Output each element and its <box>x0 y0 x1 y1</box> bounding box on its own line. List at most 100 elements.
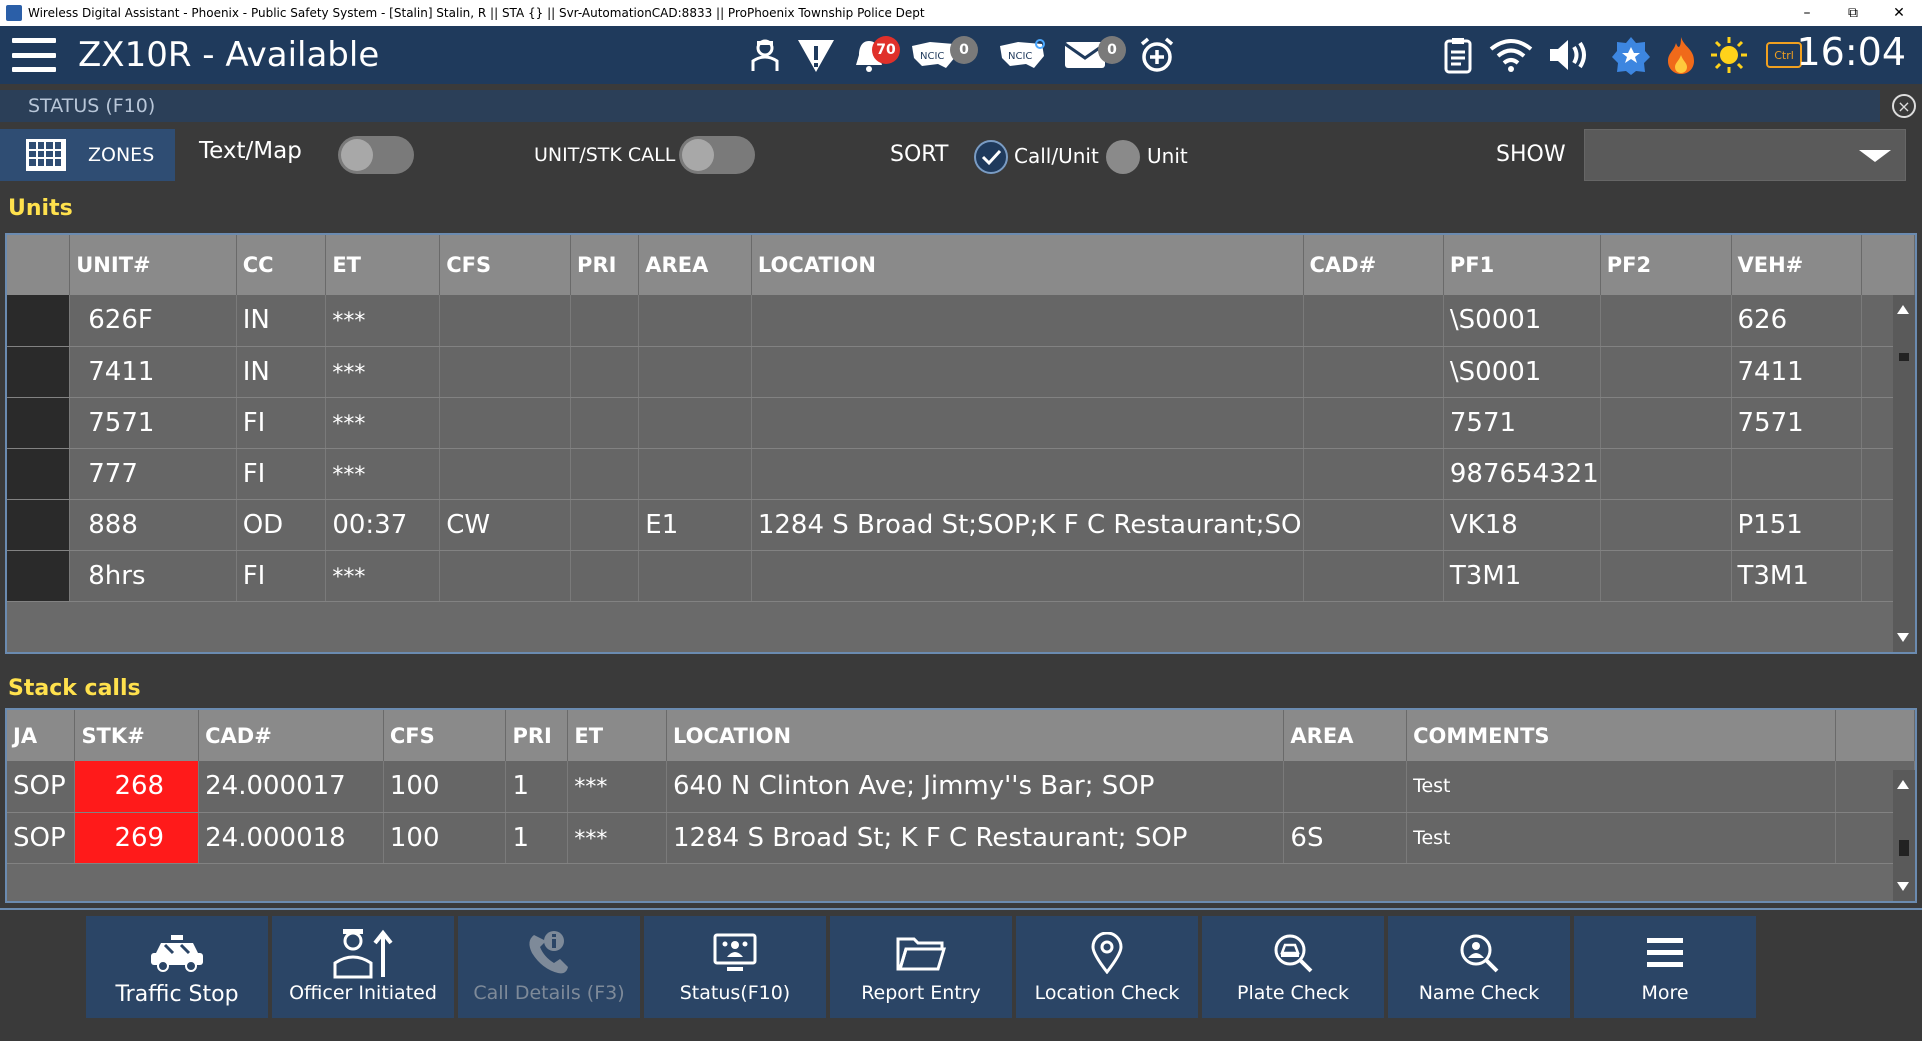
check-icon <box>981 149 1002 166</box>
units-scrollbar[interactable] <box>1893 295 1915 652</box>
mail-count-badge: 0 <box>1098 36 1126 64</box>
alarm-clock-icon[interactable] <box>1136 34 1178 76</box>
location-check-button[interactable]: Location Check <box>1016 916 1200 1018</box>
weather-sun-icon[interactable] <box>1708 34 1750 76</box>
stack-call-cell: 1284 S Broad St; K F C Restaurant; SOP <box>666 812 1285 864</box>
stack-col-header[interactable]: CFS <box>383 710 507 761</box>
minimize-button[interactable]: – <box>1784 0 1830 26</box>
tab-status-f10[interactable]: STATUS (F10) <box>0 90 1880 122</box>
show-dropdown[interactable] <box>1584 129 1906 181</box>
fire-icon[interactable] <box>1660 34 1702 76</box>
row-selector[interactable] <box>7 550 71 602</box>
stack-call-cell: 1 <box>505 761 569 813</box>
close-window-button[interactable]: ✕ <box>1876 0 1922 26</box>
police-badge-icon[interactable] <box>1610 34 1652 76</box>
unit-cell <box>439 550 572 602</box>
row-selector[interactable] <box>7 295 71 347</box>
units-col-header[interactable]: LOCATION <box>751 235 1304 295</box>
unit-row[interactable]: 777 FI *** 987654321 <box>7 448 1915 500</box>
traffic-stop-label: Traffic Stop <box>115 982 239 1007</box>
sort-call-unit-label[interactable]: Call/Unit <box>1014 144 1099 168</box>
unit-cell <box>751 295 1304 347</box>
units-col-header[interactable] <box>1861 235 1915 295</box>
unit-cell: IN <box>236 295 327 347</box>
stack-col-header[interactable]: LOCATION <box>666 710 1285 761</box>
unit-stk-call-toggle[interactable] <box>679 136 755 174</box>
unit-row[interactable]: 626F IN *** \S0001 626 <box>7 295 1915 347</box>
alert-shield-icon[interactable] <box>795 34 837 76</box>
row-selector[interactable] <box>7 397 71 449</box>
unit-row[interactable]: 7411 IN *** \S0001 7411 <box>7 346 1915 398</box>
stack-call-cell: Test <box>1406 761 1837 813</box>
row-selector[interactable] <box>7 499 71 551</box>
restore-button[interactable]: ⧉ <box>1830 0 1876 26</box>
stack-col-header[interactable]: CAD# <box>198 710 384 761</box>
ncic-map-2-icon[interactable]: NCIC <box>998 34 1048 76</box>
stack-calls-scrollbar[interactable] <box>1893 770 1915 901</box>
unit-cell: 7411 <box>69 346 237 398</box>
unit-cell: CW <box>439 499 572 551</box>
stack-col-header[interactable]: STK# <box>74 710 200 761</box>
stack-col-header[interactable]: AREA <box>1283 710 1408 761</box>
units-col-header[interactable]: ET <box>325 235 441 295</box>
close-tab-icon[interactable]: × <box>1892 94 1916 118</box>
unit-cell: FI <box>236 550 327 602</box>
row-selector[interactable] <box>7 346 71 398</box>
zones-button[interactable]: ZONES <box>0 129 175 181</box>
unit-cell <box>638 397 752 449</box>
units-col-header[interactable]: UNIT# <box>69 235 237 295</box>
stack-col-header[interactable] <box>1835 710 1915 761</box>
unit-cell: \S0001 <box>1443 295 1601 347</box>
units-col-header[interactable]: VEH# <box>1731 235 1862 295</box>
unit-cell <box>1600 448 1732 500</box>
unit-cell <box>638 448 752 500</box>
units-col-header[interactable]: PF2 <box>1600 235 1732 295</box>
units-col-header[interactable] <box>7 235 71 295</box>
stack-call-cell: 24.000017 <box>198 761 384 813</box>
stack-col-header[interactable]: JA <box>7 710 76 761</box>
main-menu-icon[interactable] <box>12 38 56 72</box>
clipboard-icon[interactable] <box>1437 34 1479 76</box>
units-col-header[interactable]: CFS <box>439 235 572 295</box>
unit-cell: 7571 <box>1731 397 1862 449</box>
units-col-header[interactable]: AREA <box>638 235 752 295</box>
name-check-button[interactable]: Name Check <box>1388 916 1572 1018</box>
sort-unit-radio[interactable] <box>1106 140 1140 174</box>
text-map-toggle[interactable] <box>338 136 414 174</box>
row-selector[interactable] <box>7 448 71 500</box>
unit-row[interactable]: 8hrs FI *** T3M1 T3M1 <box>7 550 1915 602</box>
unit-row[interactable]: 888 OD 00:37 CW E1 1284 S Broad St;SOP;K F C … <box>7 499 1915 551</box>
officer-initiated-button[interactable]: Officer Initiated <box>272 916 456 1018</box>
stack-col-header[interactable]: PRI <box>505 710 569 761</box>
officer-initiated-label: Officer Initiated <box>289 982 437 1004</box>
units-col-header[interactable]: CAD# <box>1303 235 1444 295</box>
unit-cell <box>751 397 1304 449</box>
plate-check-button[interactable]: Plate Check <box>1202 916 1386 1018</box>
stack-call-row[interactable]: SOP 268 24.000017 100 1 *** 640 N Clinton Ave;… <box>7 761 1915 813</box>
traffic-stop-button[interactable]: Traffic Stop <box>86 916 270 1018</box>
officer-icon[interactable] <box>744 34 786 76</box>
status-f10-button[interactable]: Status(F10) <box>644 916 828 1018</box>
sort-unit-label[interactable]: Unit <box>1147 144 1188 168</box>
stack-call-cell: 6S <box>1283 812 1408 864</box>
stack-col-header[interactable]: COMMENTS <box>1406 710 1837 761</box>
stack-call-cell: 640 N Clinton Ave; Jimmy''s Bar; SOP <box>666 761 1285 813</box>
units-col-header[interactable]: PRI <box>570 235 640 295</box>
zones-label: ZONES <box>88 144 155 166</box>
sort-call-unit-radio[interactable] <box>974 140 1008 174</box>
call-details-f3-button: Call Details (F3) <box>458 916 642 1018</box>
map-pin-icon <box>1091 924 1123 982</box>
more-button[interactable]: More <box>1574 916 1758 1018</box>
stack-call-row[interactable]: SOP 269 24.000018 100 1 *** 1284 S Broad St; K… <box>7 812 1915 864</box>
units-col-header[interactable]: CC <box>236 235 327 295</box>
show-label: SHOW <box>1496 142 1566 167</box>
stack-col-header[interactable]: ET <box>567 710 668 761</box>
unit-cell <box>439 295 572 347</box>
stack-call-cell: 24.000018 <box>198 812 384 864</box>
unit-cell <box>570 550 640 602</box>
units-col-header[interactable]: PF1 <box>1443 235 1601 295</box>
report-entry-button[interactable]: Report Entry <box>830 916 1014 1018</box>
units-section-title: Units <box>8 196 73 221</box>
volume-icon[interactable] <box>1548 34 1594 76</box>
unit-row[interactable]: 7571 FI *** 7571 7571 <box>7 397 1915 449</box>
